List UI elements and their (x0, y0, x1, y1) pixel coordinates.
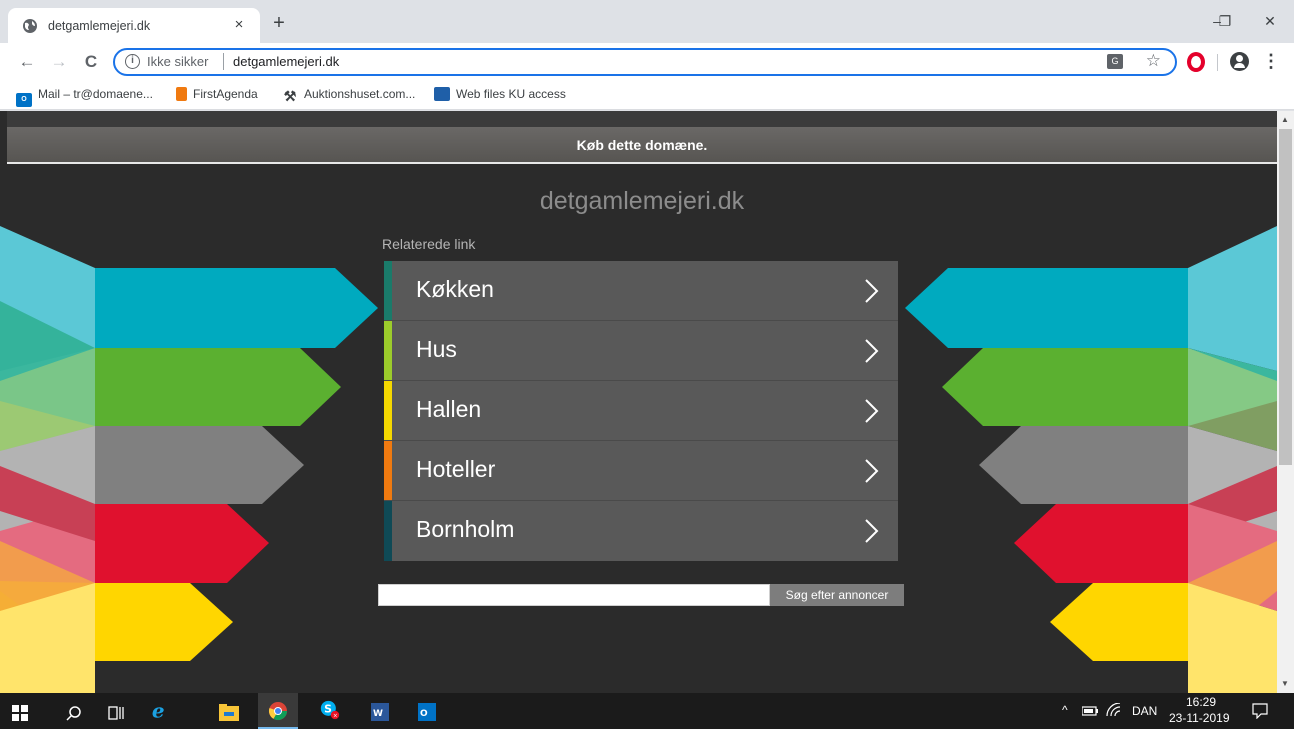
chrome-icon[interactable] (268, 701, 288, 721)
bookmark-auktionshuset[interactable]: ⚒ Auktionshuset.com... (282, 87, 416, 105)
page-content: Køb dette domæne. detgamlemejeri.dk Rela… (0, 111, 1277, 693)
chevron-right-icon (865, 279, 879, 303)
domain-title: detgamlemejeri.dk (539, 187, 745, 215)
link-accent (384, 321, 392, 380)
tab-close-icon[interactable]: × (230, 16, 248, 34)
search-icon[interactable] (66, 703, 82, 723)
link-label: Hoteller (416, 456, 496, 482)
chevron-right-icon (865, 399, 879, 423)
bookmark-mail[interactable]: O Mail – tr@domaene... (16, 87, 153, 107)
bookmark-firstagenda[interactable]: FirstAgenda (176, 87, 258, 105)
link-accent (384, 441, 392, 500)
address-bar[interactable]: i Ikke sikker detgamlemejeri.dk G ☆ (113, 48, 1177, 76)
svg-text:O: O (420, 709, 428, 719)
link-label: Bornholm (416, 516, 515, 542)
tab-strip: detgamlemejeri.dk × + – ❐ ✕ (0, 0, 1294, 43)
close-window-button[interactable]: ✕ (1247, 8, 1293, 34)
opera-extension-icon[interactable] (1187, 52, 1205, 72)
menu-dots-icon[interactable]: ⋮ (1262, 52, 1280, 70)
firstagenda-icon (176, 87, 187, 101)
related-links-list: Køkken Hus Hallen Hoteller Bornholm (384, 261, 898, 561)
profile-avatar-icon[interactable] (1230, 52, 1249, 71)
translate-icon[interactable]: G (1107, 54, 1123, 69)
skype-icon[interactable]: S× (318, 700, 342, 720)
link-accent (384, 261, 392, 320)
page-scrollbar[interactable]: ▲ ▼ (1277, 111, 1294, 693)
bookmark-web-files[interactable]: Web files KU access (434, 87, 566, 105)
forward-button[interactable]: → (48, 51, 70, 73)
related-links-label: Relaterede link (382, 236, 476, 252)
word-icon[interactable]: W (371, 702, 389, 722)
related-link-bornholm[interactable]: Bornholm (384, 501, 898, 561)
browser-toolbar: ← → C i Ikke sikker detgamlemejeri.dk G … (0, 43, 1294, 81)
scroll-down-icon[interactable]: ▼ (1281, 679, 1289, 688)
url-text[interactable]: detgamlemejeri.dk (233, 54, 339, 69)
reload-button[interactable]: C (80, 51, 102, 73)
link-label: Køkken (416, 276, 494, 302)
search-input[interactable] (378, 584, 770, 606)
bookmark-star-icon[interactable]: ☆ (1146, 51, 1161, 71)
internet-explorer-icon[interactable]: e (149, 700, 173, 720)
omnibox-divider (223, 53, 224, 70)
bookmark-label: Web files KU access (456, 87, 566, 101)
bookmark-label: Auktionshuset.com... (304, 87, 416, 101)
maximize-icon: ❐ (1218, 13, 1232, 29)
windows-start-icon[interactable] (12, 703, 28, 723)
hammer-icon: ⚒ (283, 88, 297, 104)
tray-chevron-icon[interactable]: ^ (1062, 703, 1068, 717)
browser-tab[interactable]: detgamlemejeri.dk × (8, 8, 260, 43)
link-label: Hallen (416, 396, 482, 422)
chevron-right-icon (865, 459, 879, 483)
clock-date[interactable]: 23-11-2019 (1169, 711, 1230, 725)
wifi-icon[interactable] (1106, 703, 1122, 717)
related-link-hoteller[interactable]: Hoteller (384, 441, 898, 501)
link-label: Hus (416, 336, 457, 362)
search-ads-button[interactable]: Søg efter annoncer (770, 584, 904, 606)
scroll-thumb[interactable] (1279, 129, 1292, 465)
notifications-icon[interactable] (1252, 703, 1268, 719)
related-link-hallen[interactable]: Hallen (384, 381, 898, 441)
tab-title: detgamlemejeri.dk (48, 19, 151, 33)
windows-taskbar: e S × W O ^ DAN 16:29 23-11-2019 (0, 693, 1294, 729)
bookmarks-bar: O Mail – tr@domaene... FirstAgenda ⚒ Aukti… (0, 81, 1294, 110)
buy-domain-banner[interactable]: Køb dette domæne. (7, 127, 1277, 164)
outlook-taskbar-icon[interactable]: O (418, 702, 436, 722)
new-tab-button[interactable]: + (268, 13, 290, 35)
top-strip (7, 111, 1277, 127)
bookmark-label: Mail – tr@domaene... (38, 87, 153, 101)
task-view-icon[interactable] (108, 703, 126, 723)
file-explorer-icon[interactable] (219, 702, 239, 722)
bookmark-label: FirstAgenda (193, 87, 258, 101)
related-link-kokken[interactable]: Køkken (384, 261, 898, 321)
chevron-right-icon (865, 339, 879, 363)
back-button[interactable]: ← (16, 51, 38, 73)
security-indicator[interactable]: Ikke sikker (147, 54, 208, 69)
outlook-icon: O (16, 93, 32, 107)
svg-text:×: × (333, 714, 338, 720)
language-indicator[interactable]: DAN (1132, 704, 1157, 718)
info-icon[interactable]: i (125, 54, 140, 69)
chevron-right-icon (865, 519, 879, 543)
link-accent (384, 501, 392, 561)
clock-time[interactable]: 16:29 (1186, 695, 1216, 709)
toolbar-divider (1217, 54, 1218, 71)
scroll-up-icon[interactable]: ▲ (1281, 115, 1289, 124)
battery-icon[interactable] (1082, 705, 1098, 717)
svg-text:W: W (373, 709, 383, 719)
related-link-hus[interactable]: Hus (384, 321, 898, 381)
globe-icon (23, 19, 37, 33)
svg-text:e: e (152, 700, 165, 720)
link-accent (384, 381, 392, 440)
svg-text:S: S (324, 703, 332, 716)
web-files-icon (434, 87, 450, 101)
